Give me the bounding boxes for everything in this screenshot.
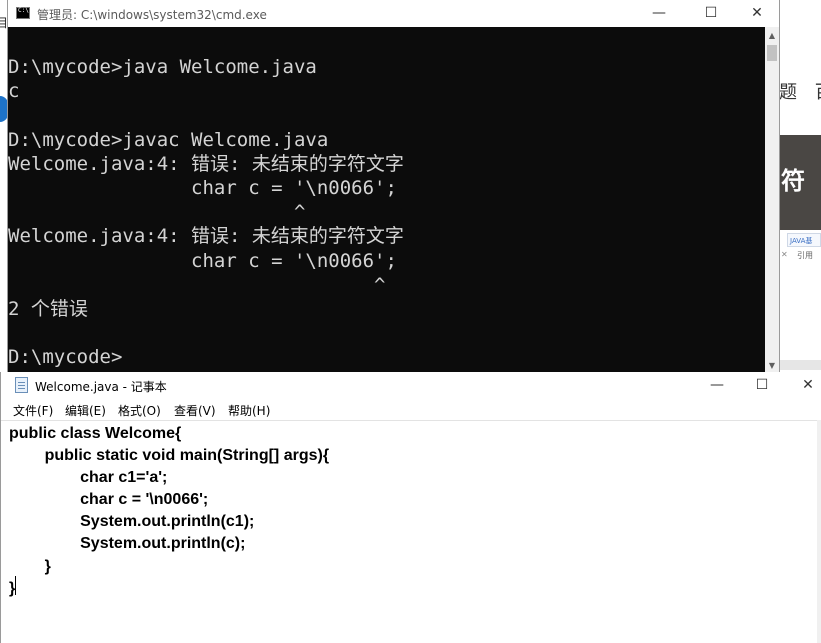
cmd-app-icon [16, 7, 30, 19]
background-footer [779, 360, 821, 370]
cmd-window-title: 管理员: C:\windows\system32\cmd.exe [37, 8, 267, 22]
maximize-button[interactable]: ☐ [739, 372, 785, 399]
notepad-app-icon [15, 377, 28, 393]
minimize-button[interactable]: — [694, 372, 740, 399]
console-text: D:\mycode>java Welcome.java c D:\mycode>… [8, 56, 404, 369]
close-button[interactable]: ✕ [734, 0, 780, 27]
notepad-titlebar[interactable]: Welcome.java - 记事本 — ☐ ✕ [1, 372, 821, 399]
editor-content: public class Welcome{ public static void… [9, 425, 330, 597]
background-text: 目 [0, 16, 9, 30]
cmd-titlebar[interactable]: 管理员: C:\windows\system32\cmd.exe — ☐ ✕ [8, 0, 779, 27]
menu-view[interactable]: 查看(V) [174, 402, 216, 419]
background-text: 题 百 [779, 82, 821, 103]
notepad-window[interactable]: Welcome.java - 记事本 — ☐ ✕ 文件(F) 编辑(E) 格式(… [0, 372, 821, 643]
menu-bar: 文件(F) 编辑(E) 格式(O) 查看(V) 帮助(H) [1, 399, 821, 420]
background-tick: ✕ [781, 250, 788, 259]
close-button[interactable]: ✕ [785, 372, 821, 399]
menu-help[interactable]: 帮助(H) [228, 402, 270, 419]
background-banner: 符 [779, 135, 821, 230]
console-output[interactable]: D:\mycode>java Welcome.java c D:\mycode>… [8, 27, 765, 372]
scroll-up-arrow-icon[interactable]: ▲ [765, 31, 779, 40]
scroll-thumb[interactable] [767, 45, 777, 61]
background-browser-icon [0, 96, 8, 122]
scroll-down-arrow-icon[interactable]: ▼ [765, 361, 779, 370]
minimize-button[interactable]: — [636, 0, 682, 27]
cmd-window[interactable]: 管理员: C:\windows\system32\cmd.exe — ☐ ✕ D… [8, 0, 779, 372]
notepad-scrollbar[interactable] [817, 420, 821, 643]
menu-edit[interactable]: 编辑(E) [65, 402, 106, 419]
text-editor[interactable]: public class Welcome{ public static void… [1, 420, 821, 643]
menu-file[interactable]: 文件(F) [13, 402, 53, 419]
cmd-scrollbar[interactable]: ▲ ▼ [765, 27, 779, 372]
background-cite: 引用 [797, 251, 813, 260]
background-chip: JAVA基 [787, 233, 821, 247]
background-browser-page: 题 百 符 JAVA基 ✕ 引用 [779, 0, 821, 372]
banner-text: 符 [781, 167, 805, 195]
maximize-button[interactable]: ☐ [688, 0, 734, 27]
text-caret [15, 576, 16, 595]
notepad-window-title: Welcome.java - 记事本 [35, 380, 167, 394]
menu-format[interactable]: 格式(O) [118, 402, 161, 419]
